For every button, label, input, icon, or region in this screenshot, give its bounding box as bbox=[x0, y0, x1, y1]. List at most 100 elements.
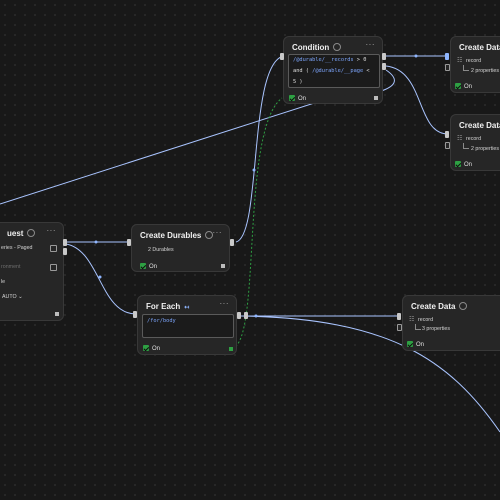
expr-operator: > bbox=[356, 57, 360, 63]
port-request-out-2[interactable] bbox=[63, 248, 67, 255]
toggle-on[interactable]: On bbox=[140, 263, 157, 270]
node-request-title: uest bbox=[7, 229, 24, 238]
edge-durables-to-condition[interactable] bbox=[235, 55, 285, 243]
toggle-on[interactable]: On bbox=[455, 83, 472, 90]
tree-connector-icon bbox=[463, 65, 469, 71]
edge-loop-dashed bbox=[231, 97, 283, 349]
check-icon bbox=[455, 83, 461, 89]
port-condition-out-false[interactable] bbox=[382, 63, 386, 70]
menu-dots-icon[interactable]: ··· bbox=[220, 299, 230, 308]
record-label: record bbox=[418, 317, 434, 323]
check-icon bbox=[407, 341, 413, 347]
expr-value: 5 bbox=[293, 79, 297, 85]
external-link-icon[interactable] bbox=[50, 264, 57, 271]
grid-icon: ☷ bbox=[457, 58, 463, 64]
edge-dot bbox=[98, 275, 102, 279]
port-for-each-in[interactable] bbox=[133, 311, 137, 318]
port-durables-out[interactable] bbox=[230, 239, 234, 246]
port-create-data-2-in[interactable] bbox=[445, 131, 449, 138]
toggle-label: On bbox=[298, 96, 307, 102]
toggle-label: On bbox=[416, 342, 425, 348]
node-condition[interactable]: Condition ··· /@durable/__records > 0 an… bbox=[283, 36, 383, 104]
port-durables-in[interactable] bbox=[127, 239, 131, 246]
expr-operator: < bbox=[366, 68, 370, 74]
toggle-label: On bbox=[149, 264, 158, 270]
request-row-4-label: AUTO bbox=[2, 294, 17, 300]
request-row-3: le bbox=[1, 279, 6, 285]
node-for-each[interactable]: For Each ↤ ··· /for/body On bbox=[137, 295, 237, 355]
node-create-data-1-title: Create Data bbox=[459, 43, 500, 52]
node-create-durables-title: Create Durables bbox=[140, 231, 202, 240]
node-create-data-2[interactable]: Create Data ☷ record 2 properties On bbox=[450, 114, 500, 171]
info-icon bbox=[333, 43, 342, 51]
connection-edges bbox=[0, 54, 500, 433]
expr-and: and ( bbox=[293, 68, 309, 74]
port-for-each-out-2[interactable] bbox=[244, 312, 248, 319]
node-condition-title: Condition bbox=[292, 43, 330, 52]
node-resize-handle[interactable] bbox=[221, 264, 225, 268]
edge-dot bbox=[254, 314, 258, 318]
port-for-each-out[interactable] bbox=[237, 312, 241, 319]
check-icon bbox=[143, 345, 149, 351]
tree-connector-icon bbox=[415, 324, 421, 330]
node-resize-handle[interactable] bbox=[229, 347, 233, 351]
edge-dot bbox=[414, 54, 418, 58]
port-create-data-1-in-2[interactable] bbox=[445, 64, 450, 71]
toggle-on[interactable]: On bbox=[407, 341, 424, 348]
workflow-canvas[interactable]: uest ··· eries - Paged ronment le AUTO ⌄… bbox=[0, 0, 500, 500]
record-label: record bbox=[466, 58, 482, 64]
properties-count: 3 properties bbox=[422, 326, 450, 332]
edge-request-to-foreach[interactable] bbox=[65, 243, 137, 315]
expr-close: ) bbox=[299, 79, 303, 85]
tree-connector-icon bbox=[463, 143, 469, 149]
for-each-path[interactable]: /for/body bbox=[142, 314, 234, 338]
check-icon bbox=[140, 263, 146, 269]
node-create-data-3-title: Create Data bbox=[411, 302, 456, 311]
request-row-2: ronment bbox=[1, 264, 21, 270]
toggle-label: On bbox=[464, 162, 473, 168]
path-value: /for/body bbox=[147, 318, 176, 324]
record-label: record bbox=[466, 136, 482, 142]
port-create-data-3-in-2[interactable] bbox=[397, 324, 402, 331]
loop-icon: ↤ bbox=[184, 305, 190, 311]
node-for-each-title: For Each bbox=[146, 302, 181, 311]
toggle-label: On bbox=[152, 346, 161, 352]
port-condition-out-true[interactable] bbox=[382, 53, 386, 60]
external-link-icon[interactable] bbox=[50, 245, 57, 252]
edge-dot bbox=[94, 240, 98, 244]
node-request[interactable]: uest ··· eries - Paged ronment le AUTO ⌄ bbox=[0, 222, 64, 321]
request-row-4[interactable]: AUTO ⌄ bbox=[2, 294, 23, 300]
node-resize-handle[interactable] bbox=[374, 96, 378, 100]
port-request-out[interactable] bbox=[63, 239, 67, 246]
toggle-on[interactable]: On bbox=[455, 161, 472, 168]
check-icon bbox=[455, 161, 461, 167]
port-create-data-1-in[interactable] bbox=[445, 53, 449, 60]
chevron-down-icon: ⌄ bbox=[18, 294, 23, 300]
node-resize-handle[interactable] bbox=[55, 312, 59, 316]
menu-dots-icon[interactable]: ··· bbox=[366, 40, 376, 49]
menu-dots-icon[interactable]: ··· bbox=[213, 228, 223, 237]
condition-expression[interactable]: /@durable/__records > 0 and ( /@durable/… bbox=[288, 54, 380, 88]
expr-line-1: /@durable/__records > 0 bbox=[293, 55, 375, 66]
port-create-data-2-in-2[interactable] bbox=[445, 142, 450, 149]
properties-count: 2 properties bbox=[471, 146, 499, 152]
node-create-data-1[interactable]: Create Data ☷ record 2 properties On bbox=[450, 36, 500, 93]
toggle-on[interactable]: On bbox=[143, 345, 160, 352]
edge-condition-to-createdata2[interactable] bbox=[385, 65, 449, 135]
info-icon bbox=[27, 229, 36, 237]
toggle-on[interactable]: On bbox=[289, 95, 306, 102]
port-create-data-3-in[interactable] bbox=[397, 313, 401, 320]
request-row-1: eries - Paged bbox=[1, 245, 33, 251]
expr-variable: /@durable/__records bbox=[293, 57, 354, 63]
expr-line-2: and ( /@durable/__page < bbox=[293, 66, 375, 77]
menu-dots-icon[interactable]: ··· bbox=[47, 226, 57, 235]
expr-line-3: 5 ) bbox=[293, 77, 375, 88]
properties-count: 2 properties bbox=[471, 68, 499, 74]
port-condition-in[interactable] bbox=[280, 53, 284, 60]
node-create-durables[interactable]: Create Durables ··· 2 Durables On bbox=[131, 224, 230, 272]
expr-value: 0 bbox=[363, 57, 367, 63]
node-create-data-2-title: Create Data bbox=[459, 121, 500, 130]
info-icon bbox=[459, 302, 468, 310]
toggle-label: On bbox=[464, 84, 473, 90]
node-create-data-3[interactable]: Create Data ☷ record 3 properties On bbox=[402, 295, 500, 351]
